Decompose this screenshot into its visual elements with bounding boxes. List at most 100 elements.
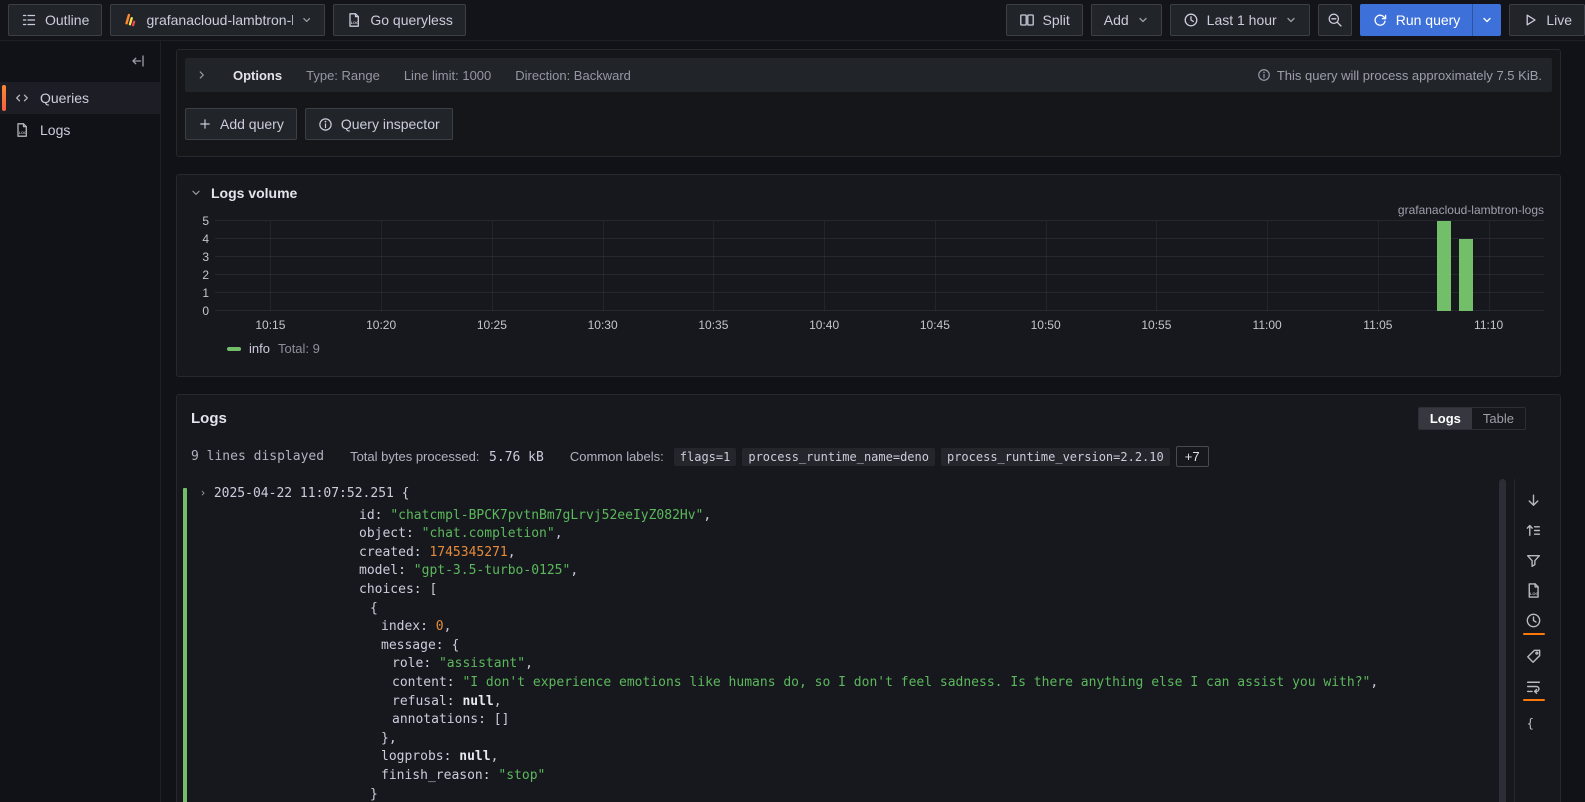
- log-json-line: created: 1745345271,: [199, 544, 1490, 563]
- log-json-line: role: "assistant",: [199, 655, 1490, 674]
- common-labels-label: Common labels:: [570, 449, 664, 464]
- outline-button[interactable]: Outline: [8, 4, 102, 36]
- logs-view-toggle: Logs Table: [1418, 407, 1526, 430]
- sidebar-item-logs[interactable]: LOG Logs: [0, 114, 160, 146]
- logs-scrollbar[interactable]: [1499, 479, 1506, 802]
- add-query-label: Add query: [220, 116, 284, 132]
- log-timestamp: 2025-04-22 11:07:52.251: [214, 486, 394, 501]
- common-labels: Common labels: flags=1process_runtime_na…: [570, 446, 1209, 467]
- sort-oldest-first-icon[interactable]: [1525, 519, 1542, 540]
- svg-text:{ }: { }: [1527, 716, 1542, 730]
- logs-meta-row: 9 lines displayed Total bytes processed:…: [177, 430, 1560, 467]
- log-row[interactable]: ›2025-04-22 11:07:52.251 { id: "chatcmpl…: [183, 485, 1490, 802]
- toggle-logs[interactable]: Logs: [1419, 408, 1472, 429]
- live-label: Live: [1546, 12, 1572, 28]
- label-chip: process_runtime_version=2.2.10: [941, 448, 1170, 466]
- log-json-line: content: "I don't experience emotions li…: [199, 674, 1490, 693]
- go-queryless-button[interactable]: LOG Go queryless: [333, 4, 465, 36]
- log-json-line: refusal: null,: [199, 693, 1490, 712]
- split-icon: [1019, 12, 1035, 28]
- bytes-processed: Total bytes processed: 5.76 kB: [350, 449, 544, 465]
- logs-volume-title: Logs volume: [211, 185, 297, 201]
- svg-text:LOG: LOG: [19, 131, 27, 135]
- clock-icon: [1183, 12, 1199, 28]
- sidebar-nav: Queries LOG Logs: [0, 82, 160, 146]
- svg-text:LOG: LOG: [1530, 591, 1539, 596]
- log-json-line: }: [199, 786, 1490, 802]
- log-open-brace: {: [402, 486, 410, 501]
- go-queryless-label: Go queryless: [370, 12, 452, 28]
- unique-labels-icon[interactable]: [1525, 645, 1542, 666]
- zoom-out-icon: [1327, 12, 1343, 28]
- options-meta-line-limit: Line limit: 1000: [404, 68, 491, 83]
- legend-series-color: [227, 347, 241, 351]
- chevron-down-icon[interactable]: [189, 186, 203, 200]
- run-query-label: Run query: [1396, 12, 1461, 28]
- scroll-to-bottom-icon[interactable]: [1525, 489, 1542, 510]
- explore-main: Options Type: Range Line limit: 1000 Dir…: [161, 41, 1585, 802]
- play-icon: [1522, 12, 1538, 28]
- show-time-icon[interactable]: [1523, 609, 1545, 636]
- log-json-line: finish_reason: "stop": [199, 767, 1490, 786]
- zoom-out-time-button[interactable]: [1318, 4, 1352, 36]
- add-query-button[interactable]: Add query: [185, 108, 297, 140]
- more-labels-button[interactable]: +7: [1176, 446, 1209, 467]
- query-options-bar[interactable]: Options Type: Range Line limit: 1000 Dir…: [185, 58, 1552, 92]
- editor-actions: Add query Query inspector: [185, 108, 1552, 140]
- logs-volume-chart: grafanacloud-lambtron-logs 012345 10:151…: [177, 201, 1560, 376]
- add-label: Add: [1104, 12, 1129, 28]
- x-axis-labels: 10:1510:2010:2510:3010:3510:4010:4510:50…: [215, 311, 1544, 335]
- add-button[interactable]: Add: [1091, 4, 1162, 36]
- sidebar-item-queries[interactable]: Queries: [0, 82, 160, 114]
- top-toolbar: Outline grafanacloud-lambtron-lc LOG Go …: [0, 0, 1585, 41]
- active-underline: [1523, 699, 1545, 701]
- toggle-table[interactable]: Table: [1472, 408, 1525, 429]
- expand-log-icon[interactable]: ›: [200, 486, 207, 502]
- svg-text:LOG: LOG: [351, 21, 359, 25]
- query-inspector-button[interactable]: Query inspector: [305, 108, 453, 140]
- time-range-picker[interactable]: Last 1 hour: [1170, 4, 1310, 36]
- legend-series-total: Total: 9: [278, 341, 320, 356]
- log-details-icon[interactable]: LOG: [1525, 579, 1542, 600]
- prettify-json-icon[interactable]: { }: [1525, 711, 1542, 732]
- log-json-line: object: "chat.completion",: [199, 525, 1490, 544]
- datasource-picker[interactable]: grafanacloud-lambtron-lc: [110, 4, 325, 36]
- live-button[interactable]: Live: [1509, 4, 1585, 36]
- log-level-indicator: [183, 488, 187, 802]
- query-estimate-text: This query will process approximately 7.…: [1277, 68, 1542, 83]
- logs-panel-title: Logs: [191, 410, 227, 427]
- wrap-lines-icon[interactable]: [1523, 675, 1545, 702]
- series-title: grafanacloud-lambtron-logs: [193, 203, 1544, 219]
- log-json-line: index: 0,: [199, 618, 1490, 637]
- log-json-line: {: [199, 600, 1490, 619]
- chevron-right-icon: [195, 68, 209, 82]
- plus-icon: [198, 117, 212, 131]
- bytes-value: 5.76 kB: [489, 450, 544, 465]
- log-file-icon: LOG: [346, 12, 362, 28]
- collapse-left-icon: [130, 53, 146, 69]
- query-inspector-label: Query inspector: [341, 116, 440, 132]
- logs-panel: Logs Logs Table 9 lines displayed Total …: [176, 394, 1561, 802]
- log-json-line: annotations: []: [199, 711, 1490, 730]
- log-rows: ›2025-04-22 11:07:52.251 { id: "chatcmpl…: [177, 481, 1560, 802]
- query-editor-panel: Options Type: Range Line limit: 1000 Dir…: [176, 49, 1561, 157]
- active-indicator: [2, 85, 6, 111]
- split-label: Split: [1043, 12, 1070, 28]
- run-query-dropdown[interactable]: [1472, 4, 1501, 36]
- collapse-sidebar-button[interactable]: [130, 53, 146, 72]
- legend-series-name[interactable]: info: [249, 341, 270, 356]
- bar[interactable]: [1459, 239, 1473, 311]
- split-button[interactable]: Split: [1006, 4, 1083, 36]
- chevron-down-icon: [301, 14, 312, 26]
- active-underline: [1523, 633, 1545, 635]
- log-json-line: model: "gpt-3.5-turbo-0125",: [199, 562, 1490, 581]
- y-axis-labels: 012345: [193, 221, 215, 311]
- loki-datasource-icon: [123, 12, 138, 28]
- filter-icon[interactable]: [1525, 549, 1542, 570]
- bar[interactable]: [1437, 221, 1451, 311]
- logs-volume-panel: Logs volume grafanacloud-lambtron-logs 0…: [176, 174, 1561, 377]
- outline-icon: [21, 12, 37, 28]
- log-json-line: choices: [: [199, 581, 1490, 600]
- options-title: Options: [233, 68, 282, 83]
- run-query-button[interactable]: Run query: [1360, 4, 1473, 36]
